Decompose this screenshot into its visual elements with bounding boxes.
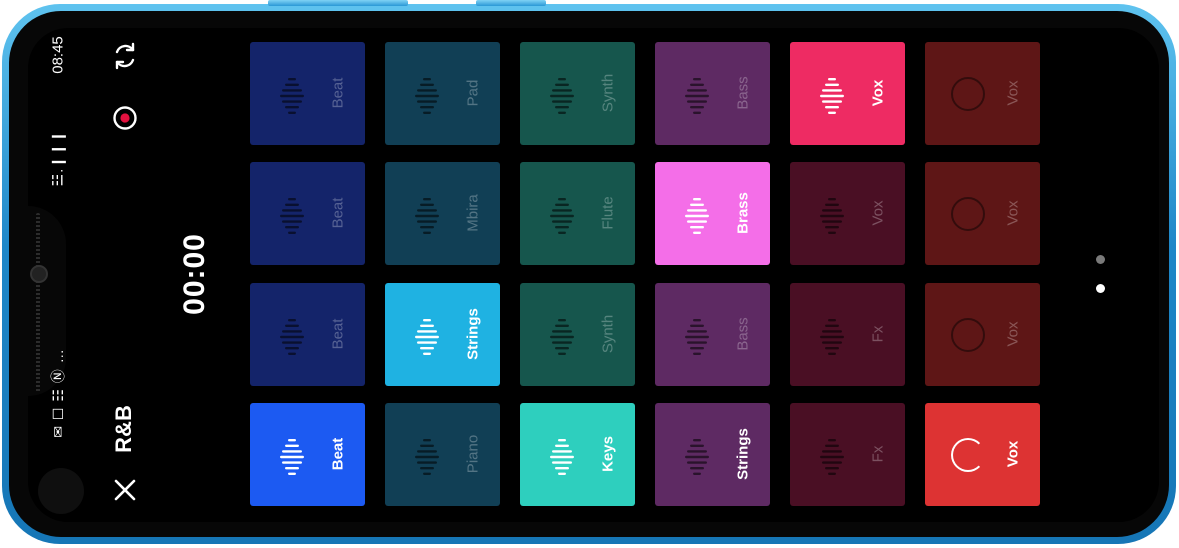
pad-pad-2-1[interactable]: Pad bbox=[385, 42, 500, 145]
sync-icon[interactable] bbox=[110, 41, 140, 77]
pad-label: Vox bbox=[869, 79, 887, 107]
waveform-icon bbox=[820, 433, 844, 477]
pad-brass-4-2[interactable]: Brass bbox=[655, 162, 770, 265]
close-icon[interactable] bbox=[113, 478, 137, 508]
waveform-icon bbox=[685, 72, 709, 116]
pad-label: Synth bbox=[599, 314, 617, 354]
pad-label: Flute bbox=[599, 196, 617, 230]
pad-beat-1-1[interactable]: Beat bbox=[250, 42, 365, 145]
pad-label: Beat bbox=[329, 318, 347, 350]
pad-mbira-2-2[interactable]: Mbira bbox=[385, 162, 500, 265]
pad-bass-4-1[interactable]: Bass bbox=[655, 42, 770, 145]
record-timer: 00:00 bbox=[178, 233, 211, 315]
pad-vox-5-2[interactable]: Vox bbox=[790, 162, 905, 265]
page-dot-1[interactable] bbox=[1096, 255, 1105, 264]
front-camera bbox=[30, 265, 48, 283]
pad-label: Beat bbox=[329, 77, 347, 109]
loop-ring-icon bbox=[951, 197, 985, 231]
pad-label: Keys bbox=[599, 436, 617, 472]
pad-label: Fx bbox=[869, 445, 887, 463]
pad-label: Vox bbox=[1004, 200, 1022, 226]
pad-bass-4-3[interactable]: Bass bbox=[655, 283, 770, 386]
loop-ring-icon bbox=[951, 438, 985, 472]
pad-strings-4-4[interactable]: Strings bbox=[655, 403, 770, 506]
pad-fx-5-3[interactable]: Fx bbox=[790, 283, 905, 386]
waveform-icon bbox=[685, 433, 709, 477]
pad-label: Bass bbox=[734, 76, 752, 110]
waveform-icon bbox=[415, 433, 439, 477]
pad-label: Beat bbox=[329, 197, 347, 229]
pad-vox-6-4[interactable]: Vox bbox=[925, 403, 1040, 506]
pad-beat-1-3[interactable]: Beat bbox=[250, 283, 365, 386]
waveform-icon bbox=[280, 313, 304, 357]
status-signal-icons: ☳.❙❙❙ bbox=[49, 129, 66, 187]
waveform-icon bbox=[685, 192, 709, 236]
pad-label: Brass bbox=[734, 192, 752, 234]
loop-ring-icon bbox=[951, 77, 985, 111]
pad-flute-3-2[interactable]: Flute bbox=[520, 162, 635, 265]
app-screen: 08:45 ☳.❙❙❙ ✉ ☐ ☷ Ⓝ … R&B 00:00 Beat Beat… bbox=[28, 28, 1159, 522]
waveform-icon bbox=[550, 192, 574, 236]
sensor-bump bbox=[38, 468, 84, 514]
waveform-icon bbox=[550, 433, 574, 477]
pad-label: Pad bbox=[464, 79, 482, 107]
pad-vox-6-2[interactable]: Vox bbox=[925, 162, 1040, 265]
waveform-icon bbox=[820, 313, 844, 357]
pad-label: Mbira bbox=[464, 194, 482, 232]
pad-label: Vox bbox=[1004, 440, 1022, 468]
waveform-icon bbox=[415, 313, 439, 357]
waveform-icon bbox=[415, 72, 439, 116]
page-dot-2[interactable] bbox=[1096, 284, 1105, 293]
waveform-icon bbox=[550, 313, 574, 357]
waveform-icon bbox=[820, 72, 844, 116]
status-time: 08:45 bbox=[49, 36, 67, 74]
speaker-grill bbox=[36, 213, 40, 393]
pad-label: Synth bbox=[599, 73, 617, 113]
pad-label: Vox bbox=[869, 200, 887, 226]
status-notification-icons: ✉ ☐ ☷ Ⓝ … bbox=[50, 348, 66, 438]
pad-label: Bass bbox=[734, 317, 752, 351]
record-icon[interactable] bbox=[112, 105, 138, 137]
pad-vox-6-1[interactable]: Vox bbox=[925, 42, 1040, 145]
waveform-icon bbox=[550, 72, 574, 116]
pad-vox-6-3[interactable]: Vox bbox=[925, 283, 1040, 386]
pad-keys-3-4[interactable]: Keys bbox=[520, 403, 635, 506]
pad-label: Strings bbox=[464, 308, 482, 360]
waveform-icon bbox=[280, 192, 304, 236]
waveform-icon bbox=[415, 192, 439, 236]
pad-label: Vox bbox=[1004, 321, 1022, 347]
loop-ring-icon bbox=[951, 318, 985, 352]
pad-fx-5-4[interactable]: Fx bbox=[790, 403, 905, 506]
volume-button bbox=[268, 0, 408, 6]
page-title: R&B bbox=[111, 405, 136, 453]
pad-beat-1-2[interactable]: Beat bbox=[250, 162, 365, 265]
pad-label: Beat bbox=[329, 437, 347, 471]
pad-synth-3-1[interactable]: Synth bbox=[520, 42, 635, 145]
pad-beat-1-4[interactable]: Beat bbox=[250, 403, 365, 506]
pad-strings-2-3[interactable]: Strings bbox=[385, 283, 500, 386]
waveform-icon bbox=[685, 313, 709, 357]
power-button bbox=[476, 0, 546, 6]
pad-synth-3-3[interactable]: Synth bbox=[520, 283, 635, 386]
pad-label: Piano bbox=[464, 434, 482, 474]
pad-vox-5-1[interactable]: Vox bbox=[790, 42, 905, 145]
waveform-icon bbox=[280, 433, 304, 477]
pad-piano-2-4[interactable]: Piano bbox=[385, 403, 500, 506]
pad-label: Strings bbox=[734, 428, 752, 480]
pad-label: Fx bbox=[869, 325, 887, 343]
waveform-icon bbox=[280, 72, 304, 116]
waveform-icon bbox=[820, 192, 844, 236]
pad-label: Vox bbox=[1004, 80, 1022, 106]
